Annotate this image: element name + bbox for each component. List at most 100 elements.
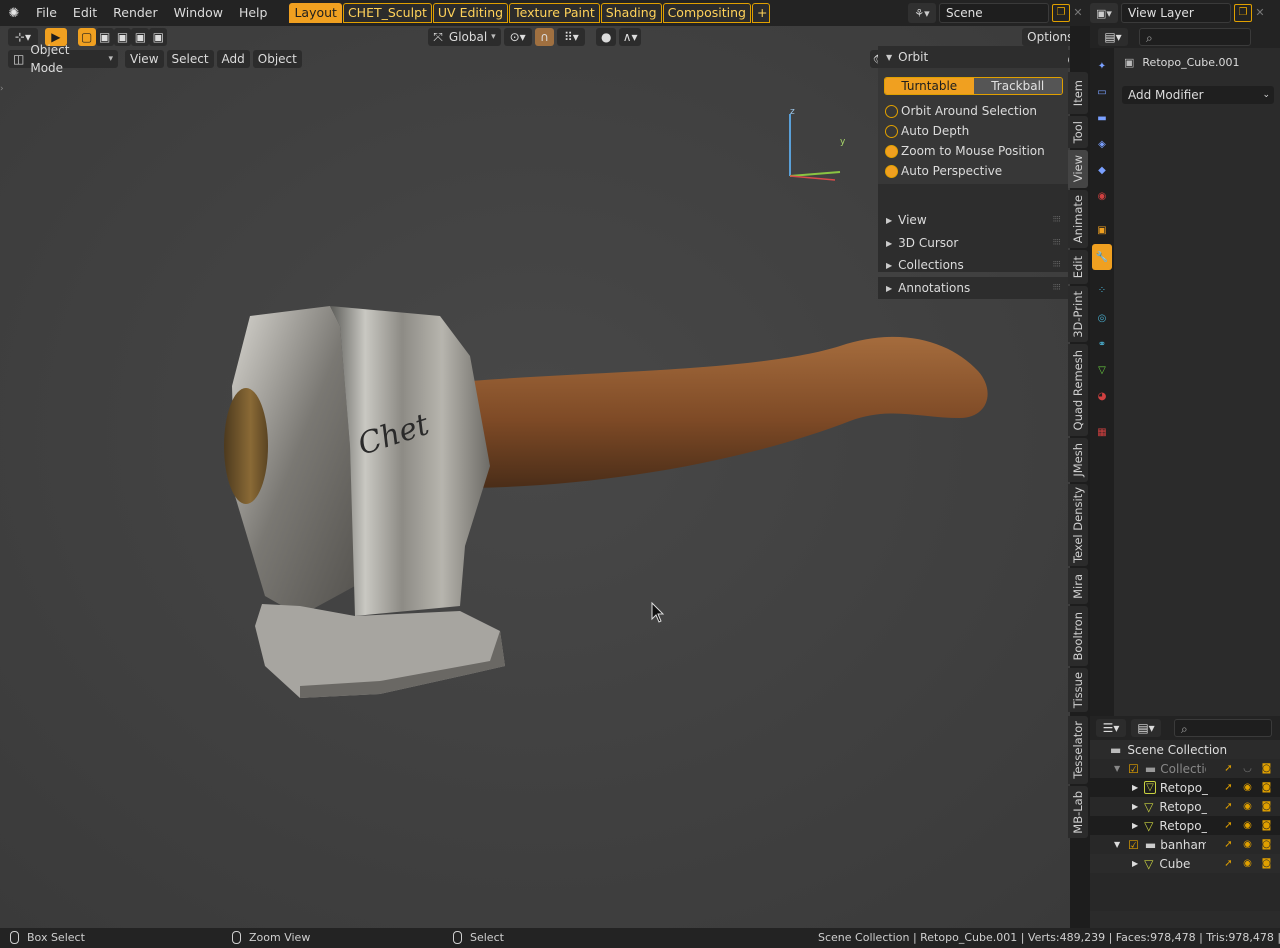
tab-3d-print[interactable]: 3D-Print <box>1068 286 1088 342</box>
tab-animate[interactable]: Animate <box>1068 190 1088 248</box>
expand-icon[interactable]: ▶ <box>1132 821 1138 830</box>
scene-collection-row[interactable]: ▬ Scene Collection <box>1090 740 1280 759</box>
view-layer-field[interactable]: View Layer <box>1121 3 1231 23</box>
close-scene-icon[interactable]: ✕ <box>1070 4 1086 22</box>
render-camera-icon[interactable]: ◙ <box>1257 839 1276 850</box>
add-workspace-button[interactable]: + <box>751 3 770 23</box>
toolbar-expand-icon[interactable]: › <box>0 84 4 94</box>
expand-icon[interactable]: ▶ <box>1132 802 1138 811</box>
collection-row[interactable]: ▼ ☑ ▬ Collectio ➚◡◙ <box>1090 759 1280 778</box>
auto-depth-toggle[interactable]: Auto Depth <box>885 122 969 140</box>
properties-editor-type-icon[interactable]: ▤▾ <box>1098 28 1128 46</box>
eye-icon[interactable]: ◉ <box>1238 839 1257 850</box>
tab-item[interactable]: Item <box>1068 72 1088 114</box>
render-camera-icon[interactable]: ◙ <box>1257 820 1276 831</box>
tab-uv-editing[interactable]: UV Editing <box>432 3 509 23</box>
menu-render[interactable]: Render <box>105 3 166 23</box>
menu-window[interactable]: Window <box>166 3 231 23</box>
display-mode-icon[interactable]: ▤▾ <box>1131 719 1161 737</box>
tab-tool[interactable]: Tool <box>1068 116 1088 148</box>
blender-logo-icon[interactable]: ✺ <box>0 0 28 26</box>
scene-name-field[interactable]: Scene <box>939 3 1049 23</box>
menu-object[interactable]: Object <box>252 50 302 68</box>
collection-row[interactable]: ▼ ☑ ▬ banhami ➚◉◙ <box>1090 835 1280 854</box>
view-layer-icon[interactable]: ▣▾ <box>1090 3 1118 23</box>
properties-search-input[interactable]: ⌕ <box>1139 28 1251 46</box>
turntable-button[interactable]: Turntable <box>885 78 974 94</box>
tab-quad-remesh[interactable]: Quad Remesh <box>1068 344 1088 436</box>
tab-layout[interactable]: Layout <box>289 3 342 23</box>
eye-icon[interactable]: ◉ <box>1238 801 1257 812</box>
copy-view-layer-icon[interactable]: ❐ <box>1234 4 1252 22</box>
expand-icon[interactable]: ▼ <box>1114 764 1120 773</box>
material-properties-icon[interactable]: ◕ <box>1092 386 1112 406</box>
mesh-row[interactable]: ▶ ▽ Cube ➚ ◉ ◙ <box>1090 854 1280 873</box>
annotations-section-header[interactable]: ▶ Annotations ⁝⁝⁝⁝ <box>878 277 1068 299</box>
proportional-edit-icon[interactable]: ● <box>596 28 617 46</box>
view-layer-properties-icon[interactable]: ◈ <box>1092 134 1112 154</box>
expand-icon[interactable]: ▼ <box>1114 840 1120 849</box>
options-dropdown[interactable]: Options▾ <box>1022 28 1070 46</box>
select-arrow-icon[interactable]: ➚ <box>1219 801 1238 812</box>
tab-shading[interactable]: Shading <box>600 3 662 23</box>
drag-grip-icon[interactable]: ⁝⁝⁝⁝ <box>1053 238 1062 248</box>
select-arrow-icon[interactable]: ➚ <box>1219 820 1238 831</box>
menu-view[interactable]: View <box>125 50 164 68</box>
3d-cursor-section-header[interactable]: ▶ 3D Cursor ⁝⁝⁝⁝ <box>878 232 1068 254</box>
render-properties-icon[interactable]: ▭ <box>1092 82 1112 102</box>
drag-grip-icon[interactable]: ⁝⁝⁝⁝ <box>1053 260 1062 270</box>
render-camera-icon[interactable]: ◙ <box>1257 858 1276 869</box>
menu-file[interactable]: File <box>28 3 65 23</box>
outliner-editor-type-icon[interactable]: ☰▾ <box>1096 719 1126 737</box>
tab-tissue[interactable]: Tissue <box>1068 668 1088 712</box>
tab-mira[interactable]: Mira <box>1068 568 1088 604</box>
texture-properties-icon[interactable]: ▦ <box>1092 422 1112 442</box>
select-arrow-icon[interactable]: ➚ <box>1219 839 1238 850</box>
zoom-to-mouse-toggle[interactable]: Zoom to Mouse Position <box>885 142 1045 160</box>
drag-grip-icon[interactable]: ⁝⁝⁝⁝ <box>1053 215 1062 225</box>
select-arrow-icon[interactable]: ➚ <box>1219 782 1238 793</box>
tab-compositing[interactable]: Compositing <box>662 3 751 23</box>
trackball-button[interactable]: Trackball <box>973 78 1062 94</box>
menu-select[interactable]: Select <box>166 50 214 68</box>
modifier-properties-icon[interactable]: 🔧 <box>1092 244 1112 270</box>
checkbox-icon[interactable]: ☑ <box>1128 762 1139 776</box>
tab-edit[interactable]: Edit <box>1068 250 1088 284</box>
menu-add[interactable]: Add <box>216 50 250 68</box>
snap-icon[interactable]: ∩ <box>534 28 555 46</box>
tab-texture-paint[interactable]: Texture Paint <box>509 3 600 23</box>
mesh-row[interactable]: ▶ ▽ Retopo_C ➚◉◙ <box>1090 778 1280 797</box>
particle-properties-icon[interactable]: ⁘ <box>1092 280 1112 300</box>
tab-view[interactable]: View <box>1068 150 1088 188</box>
select-arrow-icon[interactable]: ➚ <box>1219 763 1238 774</box>
close-view-layer-icon[interactable]: ✕ <box>1252 4 1268 22</box>
collections-section-header[interactable]: ▶ Collections ⁝⁝⁝⁝ <box>878 254 1068 276</box>
mesh-row[interactable]: ▶ ▽ Retopo_C ➚◉◙ <box>1090 797 1280 816</box>
render-camera-icon[interactable]: ◙ <box>1257 763 1276 774</box>
add-modifier-dropdown[interactable]: Add Modifier ⌄ <box>1122 86 1274 104</box>
falloff-icon[interactable]: ∧▾ <box>619 28 642 46</box>
constraint-properties-icon[interactable]: ⚭ <box>1092 334 1112 354</box>
expand-icon[interactable]: ▶ <box>1132 859 1138 868</box>
data-properties-icon[interactable]: ▽ <box>1092 360 1112 380</box>
mode-dropdown[interactable]: ◫ Object Mode ▾ <box>8 43 119 75</box>
output-properties-icon[interactable]: ▬ <box>1092 108 1112 128</box>
copy-scene-icon[interactable]: ❐ <box>1052 4 1070 22</box>
drag-grip-icon[interactable]: ⁝⁝⁝⁝ <box>1053 283 1062 293</box>
expand-icon[interactable]: ▶ <box>1132 783 1138 792</box>
select-intersect-icon[interactable]: ▣ <box>149 28 168 46</box>
eye-icon[interactable]: ◉ <box>1238 858 1257 869</box>
eye-icon[interactable]: ◉ <box>1238 782 1257 793</box>
tab-jmesh[interactable]: JMesh <box>1068 438 1088 482</box>
checkbox-icon[interactable]: ☑ <box>1128 838 1139 852</box>
object-properties-icon[interactable]: ▣ <box>1092 220 1112 240</box>
mesh-row[interactable]: ▶ ▽ Retopo_C ➚◉◙ <box>1090 816 1280 835</box>
physics-properties-icon[interactable]: ◎ <box>1092 308 1112 328</box>
tab-texel-density[interactable]: Texel Density <box>1068 484 1088 566</box>
tab-tesselator[interactable]: Tesselator <box>1068 716 1088 784</box>
orbit-around-selection-toggle[interactable]: Orbit Around Selection <box>885 102 1037 120</box>
scene-properties-icon[interactable]: ◆ <box>1092 160 1112 180</box>
eye-icon[interactable]: ◉ <box>1238 820 1257 831</box>
auto-perspective-toggle[interactable]: Auto Perspective <box>885 162 1002 180</box>
orbit-section-header[interactable]: ▼ Orbit <box>878 46 1068 68</box>
